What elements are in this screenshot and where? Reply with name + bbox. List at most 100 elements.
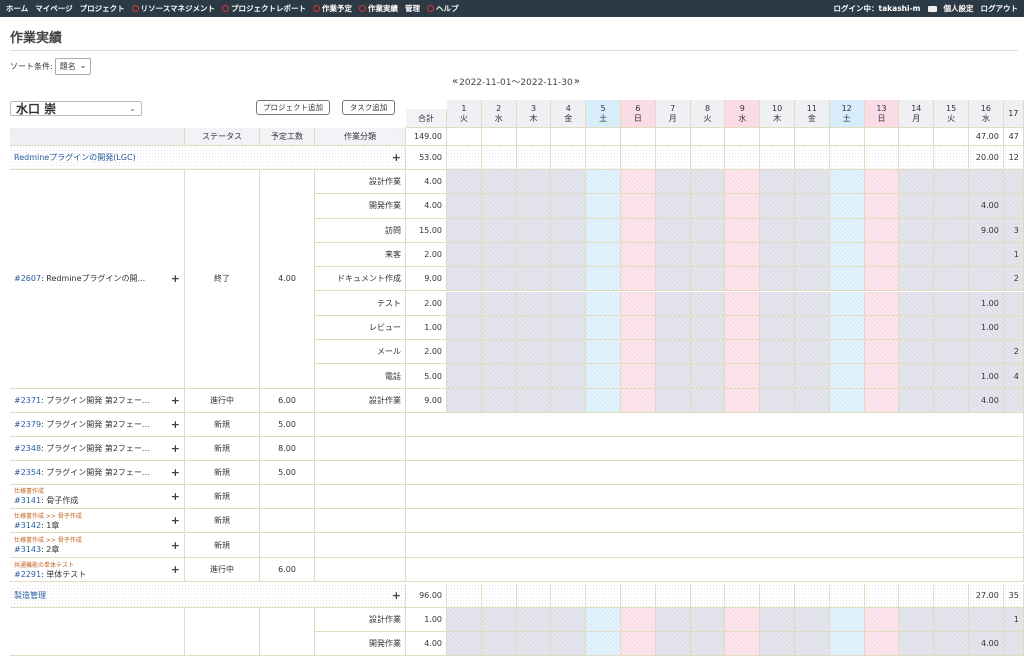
issue-link[interactable]: #2607	[14, 274, 41, 283]
issue-link[interactable]: #3141	[14, 496, 41, 505]
issue-title: : プラグイン開発 第2フェー...	[41, 467, 150, 477]
project-row: 製造管理 +	[10, 584, 406, 608]
project-day-value	[760, 584, 795, 608]
category-name: ドキュメント作成	[315, 267, 406, 292]
project-name-link[interactable]: 製造管理	[14, 590, 46, 601]
day-value	[655, 315, 691, 341]
project-total: 53.00	[406, 146, 447, 170]
category-empty	[315, 412, 406, 437]
day-value: 1.00	[969, 315, 1004, 341]
task-status: 新規	[185, 484, 260, 510]
day-value	[690, 315, 726, 341]
category-name: メール	[315, 340, 406, 365]
add-icon[interactable]: +	[171, 563, 180, 576]
category-name: レビュー	[315, 315, 406, 341]
project-name-link[interactable]: Redmineプラグインの開発(LGC)	[14, 152, 136, 163]
day-value	[1003, 291, 1024, 316]
task-header	[10, 128, 185, 146]
task-cell	[10, 608, 185, 656]
issue-link[interactable]: #3143	[14, 545, 41, 554]
add-icon[interactable]: +	[171, 272, 180, 285]
issue-link[interactable]: #2379	[14, 420, 41, 429]
day-value	[864, 218, 900, 243]
day-value	[795, 242, 830, 268]
day-value	[481, 291, 517, 316]
task-planned	[260, 509, 315, 534]
day-value	[1003, 632, 1024, 656]
day-value	[725, 170, 761, 195]
add-icon[interactable]: +	[171, 490, 180, 503]
day-number: 12	[841, 103, 852, 113]
day-value	[829, 267, 865, 292]
issue-link[interactable]: #2291	[14, 570, 41, 579]
task-status: 進行中	[185, 388, 260, 413]
day-total	[481, 128, 517, 146]
day-value	[760, 388, 795, 413]
category-header: 作業分類	[315, 128, 406, 146]
day-value	[690, 267, 726, 292]
day-total: 47.00	[969, 128, 1004, 146]
day-value	[447, 315, 482, 341]
day-value	[690, 608, 726, 632]
project-day-value	[690, 146, 726, 170]
add-icon[interactable]: +	[171, 539, 180, 552]
project-day-value	[551, 584, 587, 608]
add-icon[interactable]: +	[171, 514, 180, 527]
day-total	[621, 128, 656, 146]
task-cell: #2371: プラグイン開発 第2フェー... +	[10, 388, 185, 413]
day-total	[795, 128, 830, 146]
day-total	[447, 128, 482, 146]
day-value	[725, 218, 761, 243]
task-cell: #2607: Redmineプラグインの開... +	[10, 170, 185, 389]
issue-link[interactable]: #3142	[14, 521, 41, 530]
add-icon[interactable]: +	[171, 466, 180, 479]
issue-link[interactable]: #2354	[14, 468, 41, 477]
weekday: 水	[981, 113, 990, 123]
day-value	[447, 194, 482, 219]
day-value	[621, 291, 656, 316]
add-icon[interactable]: +	[171, 442, 180, 455]
status-header: ステータス	[185, 128, 260, 146]
day-value	[934, 194, 969, 219]
empty-days	[406, 412, 1024, 437]
add-icon[interactable]: +	[392, 589, 401, 602]
issue-link[interactable]: #2371	[14, 396, 41, 405]
day-value	[516, 291, 552, 316]
day-value	[760, 632, 795, 656]
day-value	[551, 194, 587, 219]
project-day-value	[899, 584, 935, 608]
project-day-value: 35	[1003, 584, 1024, 608]
task-cell: #2379: プラグイン開発 第2フェー... +	[10, 412, 185, 437]
day-value	[899, 340, 935, 365]
weekday: 日	[633, 113, 642, 123]
issue-title: : 骨子作成	[41, 496, 79, 506]
project-day-value	[795, 584, 830, 608]
issue-link[interactable]: #2348	[14, 444, 41, 453]
day-value	[586, 170, 621, 195]
day-value	[481, 218, 517, 243]
day-value	[621, 632, 656, 656]
day-value	[447, 340, 482, 365]
day-value	[899, 364, 935, 389]
day-number: 3	[530, 103, 537, 113]
add-icon[interactable]: +	[171, 418, 180, 431]
weekday: 火	[703, 113, 712, 123]
day-value	[725, 632, 761, 656]
category-empty	[315, 460, 406, 485]
day-value	[621, 170, 656, 195]
project-day-value	[725, 584, 761, 608]
category-name: 設計作業	[315, 170, 406, 195]
category-total: 2.00	[406, 340, 447, 365]
category-empty	[315, 533, 406, 558]
day-value: 4.00	[969, 632, 1004, 656]
day-number: 7	[670, 103, 676, 113]
day-value	[760, 170, 795, 195]
project-day-value	[725, 146, 761, 170]
day-value	[586, 242, 621, 268]
day-header: 13 日	[864, 100, 900, 128]
add-icon[interactable]: +	[392, 151, 401, 164]
day-value	[481, 194, 517, 219]
project-row: Redmineプラグインの開発(LGC) +	[10, 146, 406, 170]
day-value	[795, 291, 830, 316]
add-icon[interactable]: +	[171, 394, 180, 407]
